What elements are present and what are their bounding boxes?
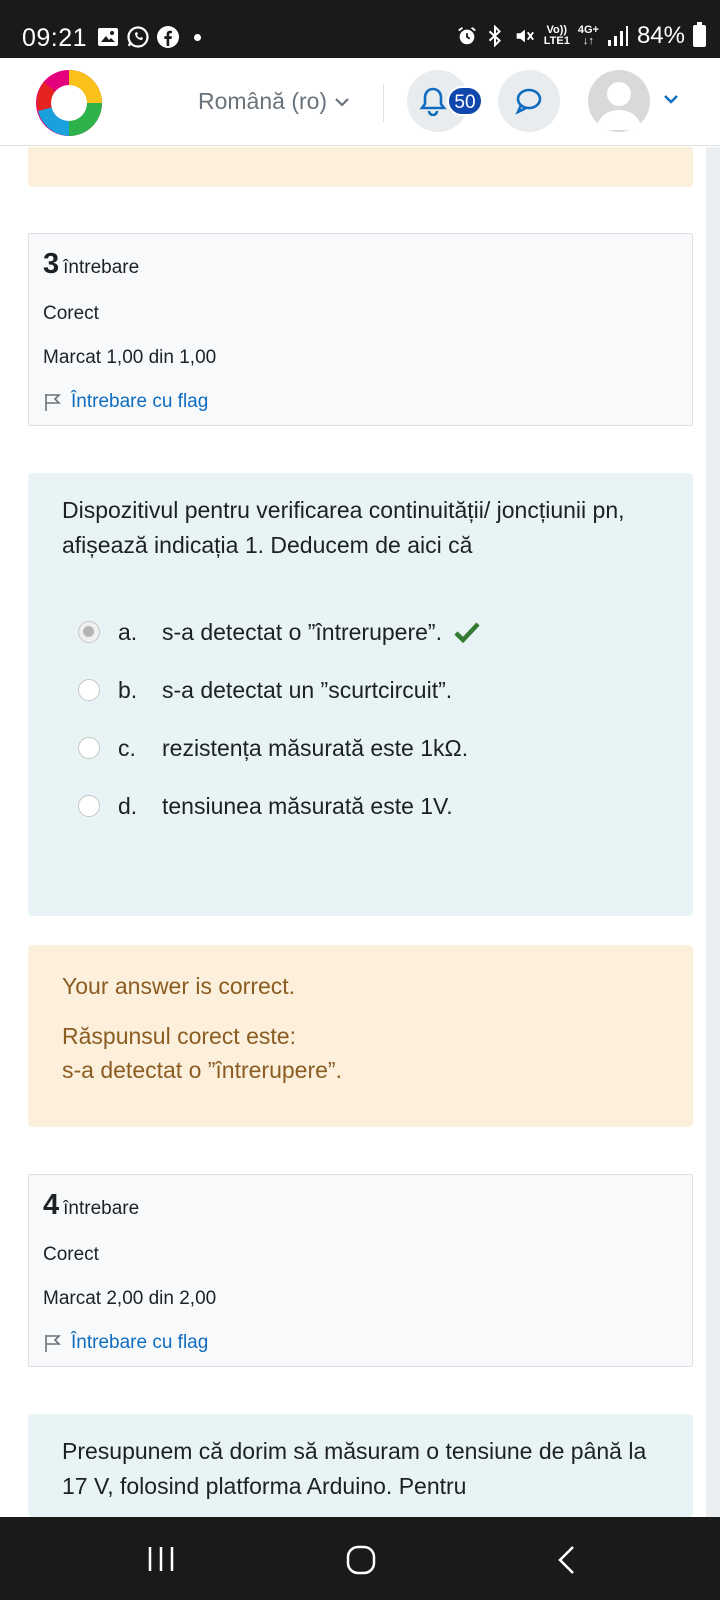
question-state: Corect [43,1244,99,1265]
question-grade: Marcat 1,00 din 1,00 [43,347,217,368]
answer-letter: c. [118,734,136,761]
divider [383,84,384,122]
answer-letter: a. [118,618,138,645]
chevron-down-icon [335,97,349,107]
user-menu-chevron-icon[interactable] [664,94,678,104]
previous-feedback-box [28,147,693,187]
question-content-box: Presupunem că dorim să măsuram o tensiun… [28,1414,693,1517]
volte-indicator: Vo)) LTE1 [543,24,570,47]
scroll-gutter [706,147,720,1517]
question-grade: Marcat 2,00 din 2,00 [43,1288,217,1309]
notification-icons [96,25,201,49]
signal-icon [607,26,628,46]
answer-option-d[interactable]: d. tensiunea măsurată este 1V. [62,777,659,835]
back-icon[interactable] [556,1545,576,1575]
gallery-icon [98,28,118,46]
answer-option-b[interactable]: b. s-a detectat un ”scurtcircuit”. [62,661,659,719]
network-type: 4G+ ↓↑ [577,24,599,47]
home-icon[interactable] [346,1545,376,1575]
flag-icon [45,394,61,411]
answer-text: tensiunea măsurată este 1V. [162,792,453,819]
radio-button-selected[interactable] [78,621,100,643]
feedback-result: Your answer is correct. [62,973,296,999]
recent-apps-icon[interactable] [146,1545,176,1573]
notifications-count-badge: 50 [447,86,483,116]
user-icon [596,82,642,130]
top-navbar: Română (ro) 50 [0,58,720,146]
answer-text: rezistența măsurată este 1kΩ. [162,734,469,761]
language-label: Română (ro) [198,88,328,114]
correct-check-icon [454,622,480,643]
flag-question-link[interactable]: Întrebare cu flag [43,391,678,413]
answer-text: s-a detectat o ”întrerupere”. [162,618,442,645]
system-icons: Vo)) LTE1 4G+ ↓↑ 84% [456,22,706,50]
flag-icon [45,1335,61,1352]
messages-button[interactable] [498,70,560,132]
bell-icon [419,87,447,116]
battery-icon [693,22,706,47]
site-logo[interactable] [32,66,106,140]
answer-option-c[interactable]: c. rezistența măsurată este 1kΩ. [62,719,659,777]
answer-option-a[interactable]: a. s-a detectat o ”întrerupere”. [62,603,659,661]
answer-list: a. s-a detectat o ”întrerupere”. b. s-a … [62,603,659,835]
question-info-box: 4 întrebare Corect Marcat 2,00 din 2,00 Î… [28,1174,693,1367]
more-notifications-dot [194,33,201,41]
facebook-icon [157,26,179,48]
question-number: 3 întrebare [43,248,140,280]
system-navigation-bar [0,1517,720,1600]
vibrate-mute-icon [516,29,534,43]
user-avatar[interactable] [588,70,650,132]
correct-answer-label: Răspunsul corect este: [62,1023,296,1049]
radio-button[interactable] [78,679,100,701]
answer-text: s-a detectat un ”scurtcircuit”. [162,676,453,703]
question-state: Corect [43,303,99,324]
question-number: 4 întrebare [43,1189,140,1221]
whatsapp-icon [127,26,149,48]
flag-question-link[interactable]: Întrebare cu flag [43,1332,678,1354]
question-text: Presupunem că dorim să măsuram o tensiun… [62,1438,647,1499]
question-info-box: 3 întrebare Corect Marcat 1,00 din 1,00 Î… [28,233,693,426]
correct-answer-text: s-a detectat o ”întrerupere”. [62,1057,342,1083]
question-text: Dispozitivul pentru verificarea continui… [62,497,625,558]
feedback-box: Your answer is correct. Răspunsul corect… [28,945,693,1127]
radio-button[interactable] [78,737,100,759]
answer-letter: d. [118,792,138,819]
question-content-box: Dispozitivul pentru verificarea continui… [28,473,693,916]
alarm-icon [457,27,476,45]
answer-letter: b. [118,676,138,703]
battery-percent: 84% [636,22,685,49]
language-menu[interactable]: Română (ro) [198,88,349,115]
status-bar: 09:21 Vo)) LTE1 4G+ ↓↑ 84% [0,0,720,58]
clock: 09:21 [22,24,88,52]
radio-button[interactable] [78,795,100,817]
message-icon [515,88,542,115]
bluetooth-icon [488,25,501,47]
